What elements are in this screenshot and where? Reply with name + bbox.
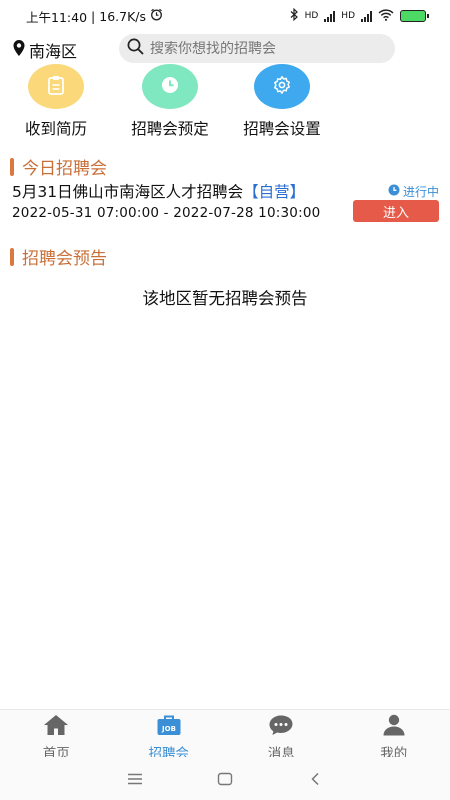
message-icon: [268, 714, 294, 740]
signal-hd-label-1: HD: [304, 11, 319, 21]
user-icon: [381, 714, 407, 740]
clock-icon: [160, 75, 180, 99]
fair-status-text: 进行中: [402, 185, 439, 199]
search-box[interactable]: [119, 34, 395, 63]
network-speed: 16.7K/s: [99, 8, 147, 24]
action-received-resumes[interactable]: 收到简历: [1, 64, 111, 139]
fair-item[interactable]: 5月31日佛山市南海区人才招聘会【自营】 进行中 2022-05-31 07:0…: [0, 178, 450, 228]
action-label: 招聘会预定: [131, 120, 209, 138]
fair-status-badge: 进行中: [388, 183, 439, 200]
enter-button[interactable]: 进入: [353, 200, 439, 222]
action-fair-settings[interactable]: 招聘会设置: [227, 64, 337, 139]
wifi-icon: [378, 8, 394, 24]
bluetooth-icon: [290, 7, 299, 24]
status-left: 上午11:40 | 16.7K/s: [26, 7, 163, 26]
status-right: HD HD: [290, 7, 429, 24]
section-title-preview: 招聘会预告: [10, 244, 107, 269]
nav-item-home[interactable]: 首页: [0, 710, 113, 762]
action-label: 招聘会设置: [243, 120, 321, 138]
section-title-today: 今日招聘会: [10, 154, 107, 179]
battery-icon: [400, 10, 429, 22]
action-label: 收到简历: [24, 120, 87, 138]
action-circle: [254, 64, 310, 109]
home-icon: [43, 714, 69, 740]
empty-message: 该地区暂无招聘会预告: [142, 289, 308, 308]
fair-tag: 【自营】: [243, 183, 306, 201]
home-button-icon[interactable]: [213, 767, 237, 791]
status-separator: |: [91, 8, 96, 24]
job-fair-icon: JOB: [156, 714, 182, 740]
nav-item-profile[interactable]: 我的: [338, 710, 450, 762]
section-title-text: 今日招聘会: [22, 159, 107, 179]
system-nav-bar: [0, 757, 450, 800]
section-bar: [10, 157, 14, 176]
signal-icon-1: [324, 10, 336, 22]
signal-icon-2: [361, 10, 372, 22]
search-icon: [127, 38, 144, 59]
job-icon-text: JOB: [161, 725, 176, 733]
fair-title: 5月31日佛山市南海区人才招聘会【自营】: [12, 180, 305, 202]
fair-time: 2022-05-31 07:00:00 - 2022-07-28 10:30:0…: [12, 205, 321, 221]
gear-icon: [272, 75, 292, 99]
nav-item-job-fair[interactable]: JOB 招聘会: [113, 710, 226, 762]
action-circle: [142, 64, 198, 109]
clock-status-icon: [388, 184, 400, 199]
alarm-icon: [150, 8, 163, 24]
menu-icon[interactable]: [123, 767, 147, 791]
status-bar: 上午11:40 | 16.7K/s HD HD: [0, 0, 450, 32]
action-fair-booking[interactable]: 招聘会预定: [115, 64, 225, 139]
quick-actions: 收到简历 招聘会预定 招聘会设置: [0, 64, 450, 144]
location-label: 南海区: [29, 42, 78, 61]
fair-name: 5月31日佛山市南海区人才招聘会: [12, 183, 244, 201]
search-input[interactable]: [150, 40, 390, 57]
top-bar: 南海区: [0, 34, 450, 64]
back-icon[interactable]: [303, 767, 327, 791]
section-bar: [10, 247, 14, 266]
location-pin-icon: [12, 39, 26, 61]
signal-hd-label-2: HD: [341, 11, 355, 21]
clipboard-icon: [47, 75, 65, 99]
bottom-nav: 首页 JOB 招聘会 消息 我的: [0, 709, 450, 762]
section-title-text: 招聘会预告: [22, 249, 107, 269]
location-selector[interactable]: 南海区: [12, 38, 77, 62]
action-circle: [28, 64, 84, 109]
nav-item-messages[interactable]: 消息: [225, 710, 338, 762]
status-time: 上午11:40: [26, 9, 88, 25]
